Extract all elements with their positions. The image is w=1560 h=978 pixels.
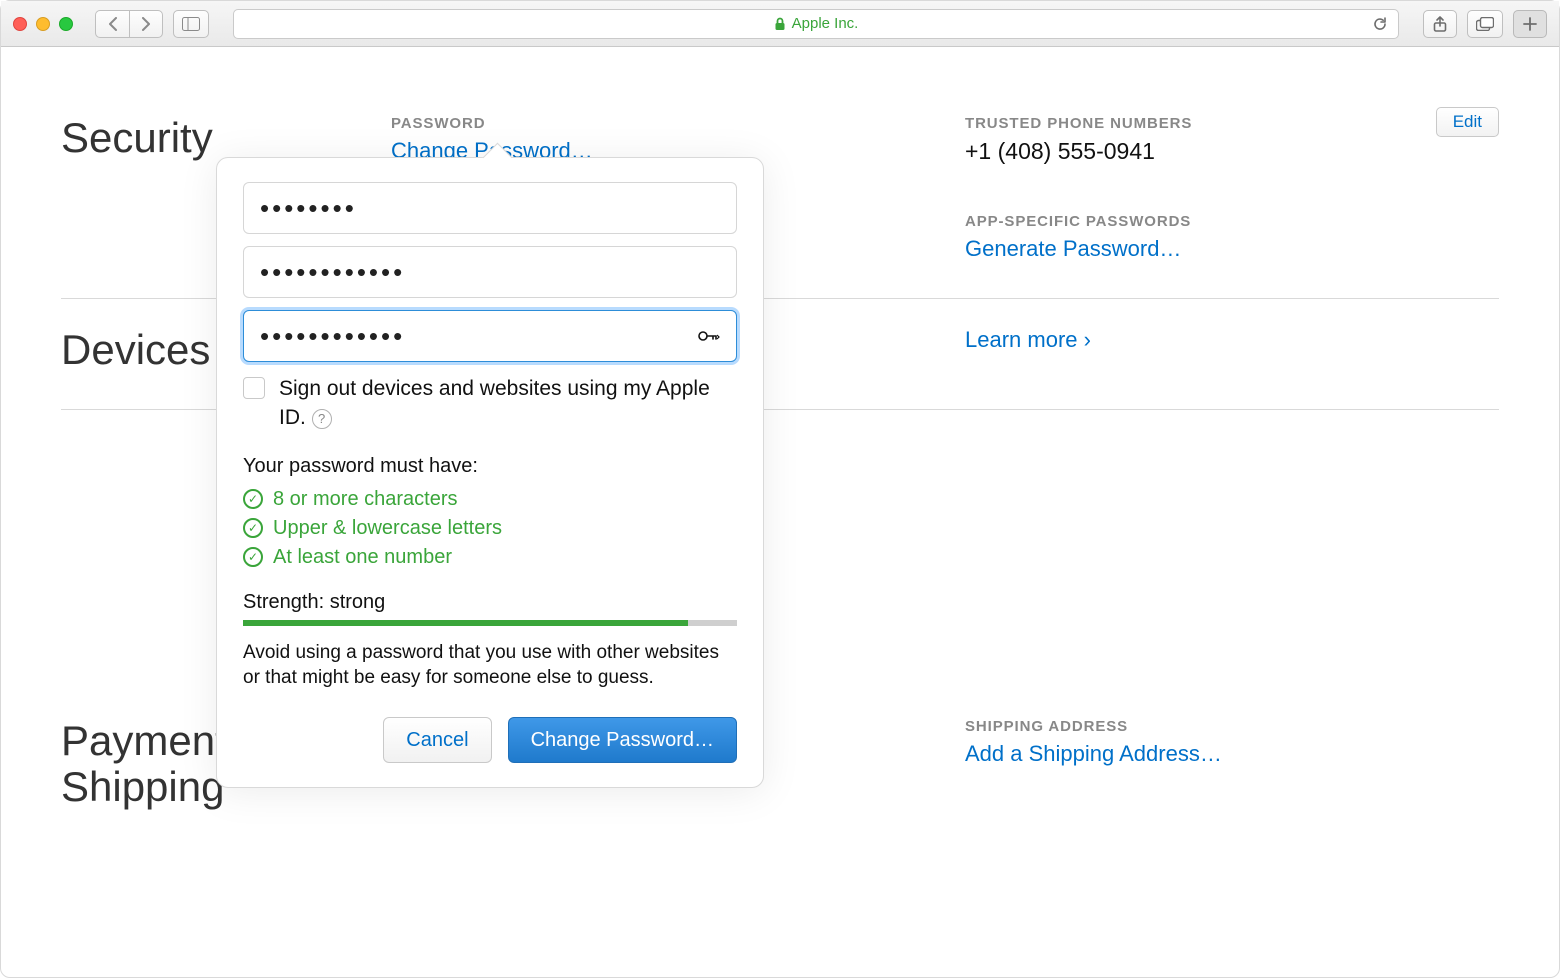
- sign-out-devices-checkbox[interactable]: [243, 377, 265, 399]
- keychain-suggest-icon[interactable]: [698, 328, 720, 344]
- check-icon: ✓: [243, 518, 263, 538]
- back-button[interactable]: [95, 10, 129, 38]
- close-window-icon[interactable]: [13, 17, 27, 31]
- confirm-password-input[interactable]: ••••••••••••: [243, 310, 737, 362]
- requirement-item: ✓Upper & lowercase letters: [243, 517, 737, 540]
- address-bar[interactable]: Apple Inc.: [233, 9, 1399, 39]
- help-icon[interactable]: ?: [312, 409, 332, 429]
- edit-security-button[interactable]: Edit: [1436, 107, 1499, 137]
- password-requirements-list: ✓8 or more characters ✓Upper & lowercase…: [243, 488, 737, 569]
- browser-toolbar: Apple Inc.: [1, 1, 1559, 47]
- reload-icon[interactable]: [1372, 16, 1388, 32]
- change-password-popover: •••••••• •••••••••••• ••••••••••••: [216, 157, 764, 788]
- sidebar-toggle-button[interactable]: [173, 10, 209, 38]
- shipping-address-label: SHIPPING ADDRESS: [965, 718, 1499, 735]
- requirement-item: ✓8 or more characters: [243, 488, 737, 511]
- trusted-number-value: +1 (408) 555-0941: [965, 138, 1499, 165]
- new-tab-button[interactable]: [1513, 10, 1547, 38]
- requirement-item: ✓At least one number: [243, 546, 737, 569]
- password-section-label: PASSWORD: [391, 115, 925, 132]
- minimize-window-icon[interactable]: [36, 17, 50, 31]
- add-shipping-address-link[interactable]: Add a Shipping Address…: [965, 741, 1499, 767]
- toolbar-right: [1423, 10, 1547, 38]
- change-password-button[interactable]: Change Password…: [508, 717, 737, 763]
- password-advice-text: Avoid using a password that you use with…: [243, 640, 737, 691]
- window-traffic-lights: [13, 17, 73, 31]
- forward-button[interactable]: [129, 10, 163, 38]
- trusted-numbers-label: TRUSTED PHONE NUMBERS: [965, 115, 1499, 132]
- check-icon: ✓: [243, 489, 263, 509]
- security-section: Security PASSWORD Change Password… •••••…: [61, 87, 1499, 299]
- password-strength-label: Strength: strong: [243, 591, 737, 614]
- nav-back-forward: [95, 10, 163, 38]
- sign-out-devices-label: Sign out devices and websites using my A…: [279, 374, 737, 433]
- password-requirements-title: Your password must have:: [243, 455, 737, 478]
- tabs-overview-button[interactable]: [1467, 10, 1503, 38]
- zoom-window-icon[interactable]: [59, 17, 73, 31]
- check-icon: ✓: [243, 547, 263, 567]
- cancel-button[interactable]: Cancel: [383, 717, 491, 763]
- current-password-input[interactable]: ••••••••: [243, 182, 737, 234]
- share-button[interactable]: [1423, 10, 1457, 38]
- address-label: Apple Inc.: [792, 15, 859, 32]
- generate-password-link[interactable]: Generate Password…: [965, 236, 1499, 262]
- page-content: Security PASSWORD Change Password… •••••…: [1, 47, 1559, 887]
- lock-icon: [774, 17, 786, 31]
- app-specific-passwords-label: APP-SPECIFIC PASSWORDS: [965, 213, 1499, 230]
- devices-learn-more-link[interactable]: Learn more: [965, 327, 1091, 352]
- password-strength-meter: [243, 620, 737, 626]
- new-password-input[interactable]: ••••••••••••: [243, 246, 737, 298]
